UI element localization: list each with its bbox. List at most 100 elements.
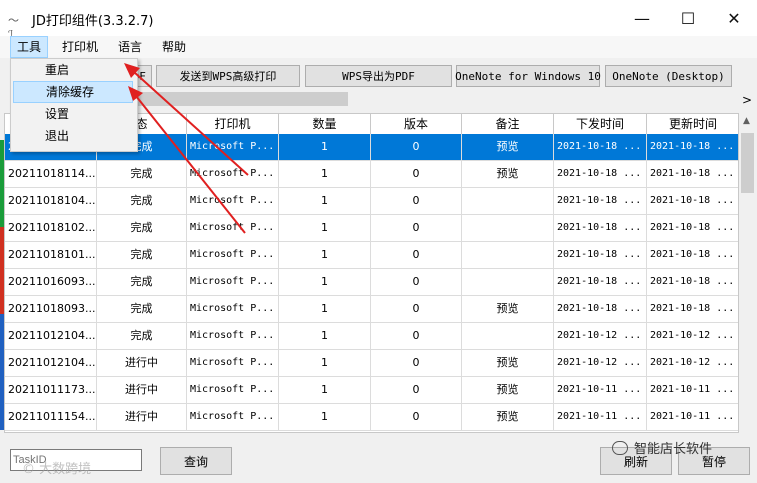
table-row[interactable]: 20211018114... 完成 Microsoft P... 1 0 预览 2021-1… bbox=[5, 161, 738, 188]
table-row[interactable]: 20211018101... 完成 Microsoft P... 1 0 2021-10-… bbox=[5, 242, 738, 269]
cell-sent-time: 2021-10-11 ... bbox=[554, 404, 647, 431]
menu-tools[interactable]: 工具 bbox=[10, 36, 49, 58]
chevron-up-icon[interactable]: ▲ bbox=[743, 116, 750, 126]
table-row[interactable]: 20211018093... 完成 Microsoft P... 1 0 预览 2021-1… bbox=[5, 296, 738, 323]
menu-help[interactable]: 帮助 bbox=[156, 36, 192, 58]
column-header-updated-time[interactable]: 更新时间 bbox=[647, 114, 738, 134]
table-row[interactable]: 20211016093... 完成 Microsoft P... 1 0 2021-10-… bbox=[5, 269, 738, 296]
cell-printer: Microsoft P... bbox=[187, 323, 279, 350]
table-row[interactable]: 20211012104... 完成 Microsoft P... 1 0 2021-10-… bbox=[5, 323, 738, 350]
cell-quantity: 1 bbox=[279, 161, 371, 188]
table-row[interactable]: 20211018102... 完成 Microsoft P... 1 0 2021-10-… bbox=[5, 215, 738, 242]
cell-updated-time: 2021-10-18 ... bbox=[647, 269, 738, 296]
tools-dropdown-menu: 重启 清除缓存 设置 退出 bbox=[10, 58, 138, 152]
close-button[interactable]: ✕ bbox=[711, 0, 757, 36]
maximize-button[interactable]: ☐ bbox=[665, 0, 711, 36]
table-row[interactable]: 20211011154... 进行中 Microsoft P... 1 0 预览 2021-… bbox=[5, 404, 738, 431]
cell-status: 完成 bbox=[97, 296, 187, 323]
query-button[interactable]: 查询 bbox=[160, 447, 232, 475]
send-to-wps-button[interactable]: 发送到WPS高级打印 bbox=[156, 65, 300, 87]
cell-quantity: 1 bbox=[279, 188, 371, 215]
menu-item-exit[interactable]: 退出 bbox=[13, 125, 133, 147]
table-row[interactable]: 20211012104... 进行中 Microsoft P... 1 0 预览 2021-… bbox=[5, 350, 738, 377]
menu-bar: 工具 打印机 语言 帮助 bbox=[0, 36, 757, 58]
menu-language[interactable]: 语言 bbox=[112, 36, 148, 58]
cell-id: 20211011173... bbox=[5, 377, 97, 404]
cell-version: 0 bbox=[371, 134, 462, 161]
cell-note: 预览 bbox=[462, 350, 554, 377]
toolbar-scroll-track[interactable] bbox=[128, 92, 348, 106]
cell-updated-time: 2021-10-18 ... bbox=[647, 215, 738, 242]
cell-id: 20211012104... bbox=[5, 350, 97, 377]
cell-version: 0 bbox=[371, 350, 462, 377]
onenote-win10-button[interactable]: OneNote for Windows 10 bbox=[455, 65, 601, 87]
cell-version: 0 bbox=[371, 161, 462, 188]
cell-sent-time: 2021-10-12 ... bbox=[554, 323, 647, 350]
watermark-text: © 大数跨境 bbox=[22, 462, 92, 477]
menu-item-clear-cache[interactable]: 清除缓存 bbox=[13, 81, 133, 103]
wps-export-pdf-button[interactable]: WPS导出为PDF bbox=[305, 65, 452, 87]
cell-sent-time: 2021-10-18 ... bbox=[554, 269, 647, 296]
cell-sent-time: 2021-10-11 ... bbox=[554, 377, 647, 404]
cell-note: 预览 bbox=[462, 161, 554, 188]
cell-note bbox=[462, 269, 554, 296]
table-row[interactable]: 20211011173... 进行中 Microsoft P... 1 0 预览 2021-… bbox=[5, 377, 738, 404]
column-header-version[interactable]: 版本 bbox=[371, 114, 462, 134]
wechat-icon bbox=[612, 440, 628, 455]
cell-sent-time: 2021-10-18 ... bbox=[554, 215, 647, 242]
column-header-quantity[interactable]: 数量 bbox=[279, 114, 371, 134]
cell-quantity: 1 bbox=[279, 242, 371, 269]
cell-quantity: 1 bbox=[279, 404, 371, 431]
cell-sent-time: 2021-10-18 ... bbox=[554, 161, 647, 188]
cell-quantity: 1 bbox=[279, 350, 371, 377]
cell-status: 完成 bbox=[97, 323, 187, 350]
cell-id: 20211018102... bbox=[5, 215, 97, 242]
cell-updated-time: 2021-10-11 ... bbox=[647, 377, 738, 404]
cell-id: 20211018101... bbox=[5, 242, 97, 269]
cell-note: 预览 bbox=[462, 377, 554, 404]
cell-quantity: 1 bbox=[279, 377, 371, 404]
task-table: 态 打印机 数量 版本 备注 下发时间 更新时间 20211018113...完… bbox=[4, 113, 739, 433]
cell-printer: Microsoft P... bbox=[187, 134, 279, 161]
cell-quantity: 1 bbox=[279, 269, 371, 296]
title-bar: 〜ℐ JD打印组件(3.3.2.7) — ☐ ✕ bbox=[0, 0, 757, 41]
cell-note bbox=[462, 215, 554, 242]
cell-updated-time: 2021-10-18 ... bbox=[647, 161, 738, 188]
cell-status: 进行中 bbox=[97, 404, 187, 431]
menu-item-settings[interactable]: 设置 bbox=[13, 103, 133, 125]
cell-printer: Microsoft P... bbox=[187, 188, 279, 215]
cell-status: 进行中 bbox=[97, 350, 187, 377]
column-header-printer[interactable]: 打印机 bbox=[187, 114, 279, 134]
cell-printer: Microsoft P... bbox=[187, 161, 279, 188]
menu-item-restart[interactable]: 重启 bbox=[13, 59, 133, 81]
cell-updated-time: 2021-10-12 ... bbox=[647, 323, 738, 350]
cell-note bbox=[462, 242, 554, 269]
cell-status: 完成 bbox=[97, 188, 187, 215]
cell-version: 0 bbox=[371, 242, 462, 269]
cell-id: 20211011154... bbox=[5, 404, 97, 431]
chevron-right-icon[interactable]: > bbox=[742, 93, 752, 107]
cell-printer: Microsoft P... bbox=[187, 269, 279, 296]
cell-version: 0 bbox=[371, 377, 462, 404]
column-header-sent-time[interactable]: 下发时间 bbox=[554, 114, 647, 134]
cell-version: 0 bbox=[371, 404, 462, 431]
scrollbar-thumb[interactable] bbox=[741, 133, 754, 193]
cell-updated-time: 2021-10-18 ... bbox=[647, 134, 738, 161]
table-row[interactable]: 20211018104... 完成 Microsoft P... 1 0 2021-10-… bbox=[5, 188, 738, 215]
column-header-note[interactable]: 备注 bbox=[462, 114, 554, 134]
cell-sent-time: 2021-10-18 ... bbox=[554, 134, 647, 161]
cell-note bbox=[462, 323, 554, 350]
cell-status: 进行中 bbox=[97, 377, 187, 404]
menu-printer[interactable]: 打印机 bbox=[56, 36, 104, 58]
cell-note: 预览 bbox=[462, 404, 554, 431]
wechat-account-badge: 智能店长软件 bbox=[612, 438, 712, 457]
vertical-scrollbar[interactable]: ▲ bbox=[739, 113, 756, 433]
app-logo-icon: 〜ℐ bbox=[8, 14, 19, 41]
cell-status: 完成 bbox=[97, 242, 187, 269]
onenote-desktop-button[interactable]: OneNote (Desktop) bbox=[605, 65, 732, 87]
cell-updated-time: 2021-10-12 ... bbox=[647, 350, 738, 377]
cell-sent-time: 2021-10-18 ... bbox=[554, 296, 647, 323]
minimize-button[interactable]: — bbox=[619, 0, 665, 36]
cell-printer: Microsoft P... bbox=[187, 242, 279, 269]
cell-status: 完成 bbox=[97, 269, 187, 296]
